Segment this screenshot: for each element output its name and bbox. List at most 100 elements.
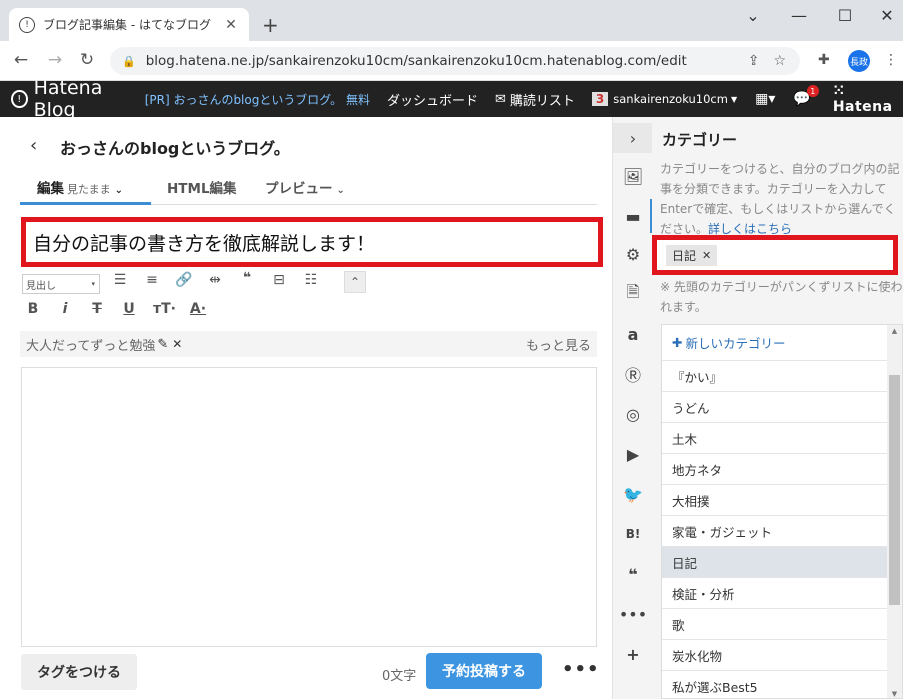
back-icon[interactable]: ← xyxy=(10,50,32,70)
address-bar[interactable]: 🔒 blog.hatena.ne.jp/sankairenzoku10cm/sa… xyxy=(110,47,800,75)
subscriptions-link[interactable]: ✉ 購読リスト xyxy=(495,90,575,109)
maximize-icon[interactable]: ☐ xyxy=(822,6,868,25)
account-badge: 3 xyxy=(591,92,609,106)
settings-gear-icon[interactable]: ⚙ xyxy=(613,239,653,269)
more-link[interactable]: もっと見る xyxy=(526,335,591,354)
category-item[interactable]: 炭水化物 xyxy=(662,640,887,671)
folder-icon[interactable]: ▬ xyxy=(613,201,653,231)
numbered-list-icon[interactable]: ≡ xyxy=(142,272,162,288)
hatena-global-header: ! Hatena Blog [PR] おっさんのblogというブログ。 無料 ダ… xyxy=(0,77,903,121)
pencil-icon[interactable]: ✎ xyxy=(157,337,168,352)
add-tag-button[interactable]: タグをつける xyxy=(21,654,137,690)
chevron-down-icon[interactable]: ⌄ xyxy=(730,6,776,25)
close-window-icon[interactable]: ✕ xyxy=(864,6,903,25)
category-item[interactable]: 家電・ガジェット xyxy=(662,516,887,547)
selected-category-chip[interactable]: 日記 ✕ xyxy=(666,244,718,266)
collapse-panel-chevron-icon[interactable]: › xyxy=(613,123,653,153)
scroll-up-icon[interactable]: ▲ xyxy=(887,327,902,335)
bookmark-star-icon[interactable]: ☆ xyxy=(773,53,786,69)
editor-footer: タグをつける 0文字 予約投稿する ••• xyxy=(0,647,612,699)
logo-text: Hatena Blog xyxy=(33,77,103,121)
notification-count: 1 xyxy=(806,85,819,97)
hatena-brand-link[interactable]: ⁙ Hatena xyxy=(833,83,903,115)
schedule-post-button[interactable]: 予約投稿する xyxy=(426,653,542,689)
browser-tab-strip: ! ブログ記事編集 - はてなブログ ✕ + ⌄ — ☐ ✕ xyxy=(0,0,903,41)
font-size-icon[interactable]: тT· xyxy=(153,301,176,317)
table-icon[interactable]: ⊟ xyxy=(269,272,289,288)
scroll-down-icon[interactable]: ▼ xyxy=(887,690,902,698)
extensions-icon[interactable]: ✚ xyxy=(818,52,830,68)
strikethrough-icon[interactable]: T xyxy=(87,301,107,317)
photo-icon[interactable]: 🖼 xyxy=(613,161,653,191)
tab-sub-label: 見たまま xyxy=(67,183,111,196)
details-link[interactable]: 詳しくはこちら xyxy=(708,222,792,236)
new-category-button[interactable]: ✚ 新しいカテゴリー xyxy=(662,325,902,361)
category-scrollbar[interactable]: ▲ ▼ xyxy=(887,325,902,698)
add-icon[interactable]: + xyxy=(613,639,653,669)
new-tab-icon[interactable]: + xyxy=(262,13,279,37)
tab-wysiwyg[interactable]: 編集 見たまま ⌄ xyxy=(37,177,123,197)
browser-tab[interactable]: ! ブログ記事編集 - はてなブログ ✕ xyxy=(9,8,249,41)
category-item[interactable]: 大相撲 xyxy=(662,485,887,516)
youtube-icon[interactable]: ▶ xyxy=(613,439,653,469)
heading-select[interactable]: 見出し ▾ xyxy=(22,274,100,294)
tab-title: ブログ記事編集 - はてなブログ xyxy=(43,18,211,32)
tab-html[interactable]: HTML編集 xyxy=(167,177,237,197)
rakuten-icon[interactable]: Ⓡ xyxy=(613,359,653,389)
pr-ad-link[interactable]: [PR] おっさんのblogというブログ。 無料 xyxy=(145,91,370,108)
share-icon[interactable]: ⇪ xyxy=(748,53,760,69)
post-body-editor[interactable] xyxy=(21,367,597,647)
forward-icon[interactable]: → xyxy=(44,50,66,70)
heading-select-value: 見出し xyxy=(26,280,56,292)
link-icon[interactable]: 🔗 xyxy=(174,272,194,288)
hatena-bookmark-icon[interactable]: B! xyxy=(613,519,653,549)
category-item[interactable]: 検証・分析 xyxy=(662,578,887,609)
post-title-input[interactable]: 自分の記事の書き方を徹底解説します！ xyxy=(21,217,603,267)
more-options-icon[interactable]: ••• xyxy=(562,659,600,680)
browser-menu-icon[interactable]: ⋮ xyxy=(884,52,898,68)
quote-icon[interactable]: ❝ xyxy=(237,270,257,286)
category-item[interactable]: うどん xyxy=(662,392,887,423)
category-item[interactable]: 地方ネタ xyxy=(662,454,887,485)
italic-icon[interactable]: i xyxy=(55,301,75,317)
format-align-icon[interactable]: ☷ xyxy=(301,272,321,288)
bold-icon[interactable]: B xyxy=(23,301,43,317)
profile-avatar[interactable]: 長政 xyxy=(848,50,870,72)
remove-chip-icon[interactable]: ✕ xyxy=(702,249,711,262)
account-menu[interactable]: 3 sankairenzoku10cm ▼ xyxy=(591,92,737,106)
category-item[interactable]: 私が選ぶBest5 xyxy=(662,671,887,698)
editor-mode-tabs: 編集 見たまま ⌄ HTML編集 プレビュー ⌄ xyxy=(20,171,597,205)
category-input[interactable]: 日記 ✕ xyxy=(652,235,898,275)
tab-preview[interactable]: プレビュー ⌄ xyxy=(265,177,345,197)
category-item[interactable]: 『かい』 xyxy=(662,361,887,392)
category-item[interactable]: 歌 xyxy=(662,609,887,640)
quote-icon[interactable]: ❝ xyxy=(613,559,653,589)
hatena-blog-logo[interactable]: ! Hatena Blog xyxy=(11,77,139,121)
category-description: カテゴリーをつけると、自分のブログ内の記事を分類できます。カテゴリーを入力してE… xyxy=(660,159,903,239)
suggested-tag[interactable]: 大人だってずっと勉強 xyxy=(26,335,155,354)
char-count: 0文字 xyxy=(382,669,417,684)
twitter-icon[interactable]: 🐦 xyxy=(613,479,653,509)
hatena-logo-icon: ! xyxy=(11,90,28,108)
category-item[interactable]: 土木 xyxy=(662,423,887,454)
amazon-icon[interactable]: a xyxy=(613,319,653,349)
back-chevron-icon[interactable]: ‹ xyxy=(30,135,37,156)
more-break-icon[interactable]: ⇹ xyxy=(205,272,225,288)
font-color-icon[interactable]: A· xyxy=(188,301,208,317)
collapse-toolbar-icon[interactable]: ⌃ xyxy=(344,271,366,293)
category-item-selected[interactable]: 日記 xyxy=(662,547,887,578)
chevron-down-icon: ⌄ xyxy=(114,185,124,196)
instagram-icon[interactable]: ◎ xyxy=(613,399,653,429)
minimize-icon[interactable]: — xyxy=(776,6,822,25)
close-tab-icon[interactable]: ✕ xyxy=(223,17,239,33)
notifications-icon[interactable]: 💬 1 xyxy=(793,85,819,107)
document-icon[interactable]: 🗎 xyxy=(613,279,653,309)
more-icon[interactable]: ••• xyxy=(613,599,653,629)
reload-icon[interactable]: ↻ xyxy=(76,50,98,70)
underline-icon[interactable]: U xyxy=(119,301,139,317)
bullet-list-icon[interactable]: ☰ xyxy=(110,272,130,288)
apps-grid-icon[interactable]: ▦▾ xyxy=(755,91,775,107)
scrollbar-thumb[interactable] xyxy=(889,375,900,605)
dashboard-link[interactable]: ダッシュボード xyxy=(387,90,478,109)
dismiss-icon[interactable]: ✕ xyxy=(172,337,182,351)
